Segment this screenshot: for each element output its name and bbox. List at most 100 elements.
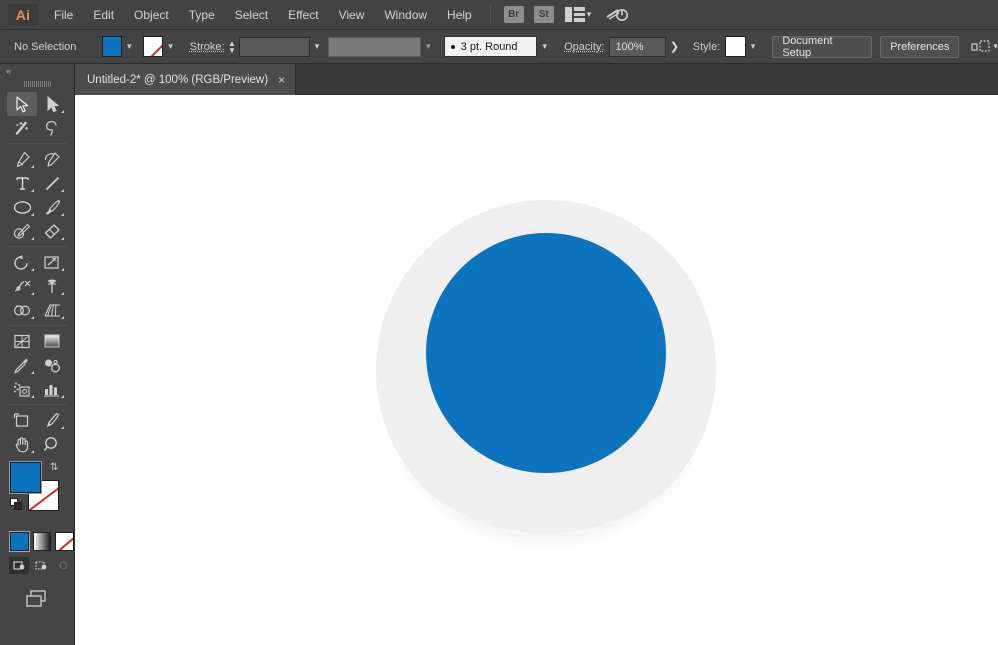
lasso-tool[interactable] bbox=[37, 116, 67, 140]
artboard-tool[interactable] bbox=[7, 408, 37, 432]
tool-group-indicator-icon bbox=[31, 292, 34, 295]
fill-color-swatch[interactable] bbox=[101, 36, 123, 57]
brush-definition-label: 3 pt. Round bbox=[460, 40, 518, 53]
artwork-crystal-ball[interactable] bbox=[75, 95, 998, 645]
swap-fill-stroke-icon[interactable]: ⇅ bbox=[50, 462, 64, 474]
column-graph-tool[interactable] bbox=[37, 377, 67, 401]
tools-panel: « ⇅ bbox=[0, 64, 75, 645]
panel-grip-handle[interactable] bbox=[0, 78, 74, 90]
mesh-tool[interactable] bbox=[7, 329, 37, 353]
graphic-style-swatch[interactable] bbox=[725, 36, 746, 57]
variable-width-profile-input[interactable] bbox=[328, 36, 422, 57]
close-icon[interactable]: × bbox=[278, 73, 285, 87]
workspace-switcher-button[interactable] bbox=[605, 6, 629, 24]
draw-behind-button[interactable] bbox=[31, 557, 51, 574]
document-setup-button[interactable]: Document Setup bbox=[772, 35, 873, 59]
symbol-sprayer-tool[interactable] bbox=[7, 377, 37, 401]
tool-group-indicator-icon bbox=[31, 316, 34, 319]
menu-effect[interactable]: Effect bbox=[278, 0, 328, 30]
drawing-mode-buttons bbox=[0, 551, 74, 574]
fill-color-box[interactable] bbox=[9, 461, 42, 494]
collapse-panel-button[interactable]: « bbox=[0, 64, 74, 78]
workspace-switcher-icon bbox=[606, 8, 629, 21]
default-fill-stroke-icon[interactable] bbox=[10, 498, 23, 511]
tool-divider bbox=[7, 325, 67, 326]
brush-definition-chevron-icon[interactable]: ▾ bbox=[537, 36, 552, 57]
fill-dropdown-chevron-icon[interactable]: ▾ bbox=[122, 36, 137, 57]
draw-normal-button[interactable] bbox=[9, 557, 30, 574]
type-tool[interactable] bbox=[7, 171, 37, 195]
stroke-weight-stepper[interactable]: ▲ ▼ bbox=[227, 37, 238, 57]
gradient-mode-button[interactable] bbox=[32, 532, 52, 551]
tool-group-indicator-icon bbox=[61, 237, 64, 240]
selection-status-label: No Selection bbox=[14, 40, 77, 53]
menu-edit[interactable]: Edit bbox=[83, 0, 124, 30]
tool-divider bbox=[7, 404, 67, 405]
direct-selection-tool[interactable] bbox=[37, 92, 67, 116]
chevron-down-icon: ▾ bbox=[586, 9, 592, 19]
gradient-tool[interactable] bbox=[37, 329, 67, 353]
stroke-weight-input[interactable] bbox=[239, 36, 310, 57]
bridge-icon[interactable]: Br bbox=[503, 6, 524, 23]
menu-view[interactable]: View bbox=[329, 0, 375, 30]
brush-dot-icon bbox=[450, 44, 455, 49]
slice-tool[interactable] bbox=[37, 408, 67, 432]
brush-definition-select[interactable]: 3 pt. Round bbox=[443, 36, 538, 57]
document-tab-bar: Untitled-2* @ 100% (RGB/Preview) × bbox=[0, 64, 998, 95]
shaper-tool[interactable] bbox=[7, 219, 37, 243]
change-screen-mode-button[interactable] bbox=[22, 588, 52, 615]
document-tab[interactable]: Untitled-2* @ 100% (RGB/Preview) × bbox=[75, 64, 297, 95]
blend-tool[interactable] bbox=[37, 353, 67, 377]
scale-tool[interactable] bbox=[37, 250, 67, 274]
tool-group-indicator-icon bbox=[31, 189, 34, 192]
menu-select[interactable]: Select bbox=[225, 0, 278, 30]
ellipse-tool[interactable] bbox=[7, 195, 37, 219]
variable-width-profile-chevron-icon[interactable]: ▾ bbox=[421, 36, 436, 57]
line-segment-tool[interactable] bbox=[37, 171, 67, 195]
menu-file[interactable]: File bbox=[44, 0, 83, 30]
stroke-color-swatch[interactable] bbox=[142, 36, 164, 57]
selection-tool[interactable] bbox=[7, 92, 37, 116]
graphic-style-chevron-icon[interactable]: ▾ bbox=[746, 36, 761, 57]
tool-group-indicator-icon bbox=[61, 189, 64, 192]
draw-inside-button[interactable] bbox=[54, 557, 74, 574]
align-chevron-down-icon: ▾ bbox=[993, 41, 998, 51]
magic-wand-tool[interactable] bbox=[7, 116, 37, 140]
menu-bar: Ai File Edit Object Type Select Effect V… bbox=[0, 0, 998, 30]
color-mode-button[interactable] bbox=[9, 531, 30, 552]
screen-mode-icon bbox=[26, 590, 46, 607]
perspective-grid-tool[interactable] bbox=[37, 298, 67, 322]
zoom-tool[interactable] bbox=[37, 432, 67, 456]
menu-window[interactable]: Window bbox=[374, 0, 437, 30]
eyedropper-tool[interactable] bbox=[7, 353, 37, 377]
document-canvas[interactable] bbox=[75, 95, 998, 645]
eraser-tool[interactable] bbox=[37, 219, 67, 243]
none-mode-button[interactable] bbox=[55, 532, 75, 551]
illustrator-window: Ai File Edit Object Type Select Effect V… bbox=[0, 0, 998, 645]
align-to-artboard-button[interactable]: ▾ bbox=[971, 39, 998, 55]
stroke-weight-label[interactable]: Stroke: bbox=[190, 41, 225, 53]
stroke-weight-chevron-icon[interactable]: ▾ bbox=[310, 36, 325, 57]
control-bar: No Selection ▾ ▾ Stroke: ▲ ▼ ▾ ▾ 3 pt. Ro… bbox=[0, 30, 998, 64]
tool-group-indicator-icon bbox=[61, 268, 64, 271]
opacity-expand-icon[interactable]: ❯ bbox=[666, 36, 683, 57]
color-mode-buttons bbox=[0, 526, 75, 552]
menu-type[interactable]: Type bbox=[179, 0, 225, 30]
opacity-input[interactable]: 100% bbox=[609, 36, 667, 57]
stroke-dropdown-chevron-icon[interactable]: ▾ bbox=[163, 36, 178, 57]
width-tool[interactable] bbox=[7, 274, 37, 298]
pen-tool[interactable] bbox=[7, 147, 37, 171]
stock-icon[interactable]: St bbox=[533, 6, 554, 23]
menu-object[interactable]: Object bbox=[124, 0, 179, 30]
opacity-label[interactable]: Opacity: bbox=[564, 41, 604, 53]
arrange-documents-button[interactable]: ▾ bbox=[564, 7, 592, 22]
hand-tool[interactable] bbox=[7, 432, 37, 456]
shape-builder-tool[interactable] bbox=[7, 298, 37, 322]
curvature-tool[interactable] bbox=[37, 147, 67, 171]
tool-divider bbox=[7, 143, 67, 144]
rotate-tool[interactable] bbox=[7, 250, 37, 274]
preferences-button[interactable]: Preferences bbox=[880, 35, 960, 58]
paintbrush-tool[interactable] bbox=[37, 195, 67, 219]
menu-help[interactable]: Help bbox=[437, 0, 482, 30]
free-transform-tool[interactable] bbox=[37, 274, 67, 298]
